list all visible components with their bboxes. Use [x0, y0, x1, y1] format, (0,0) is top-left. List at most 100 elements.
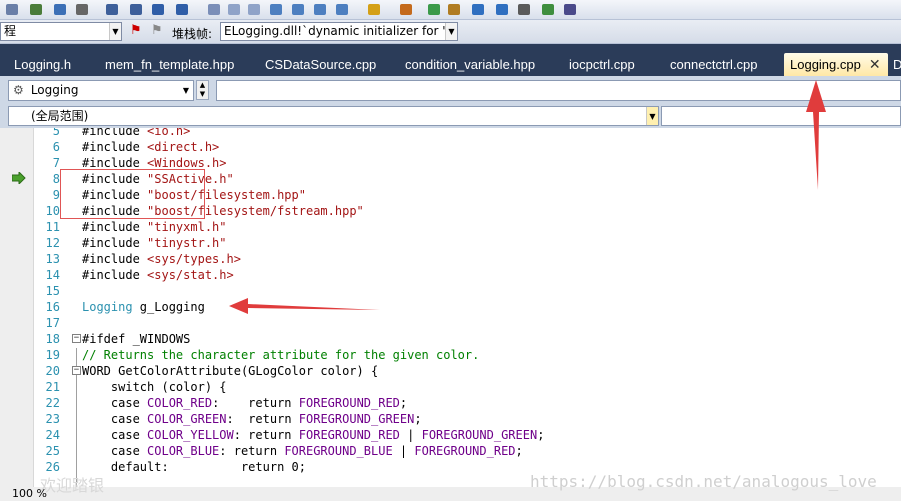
annotation-box	[60, 169, 205, 219]
code-line[interactable]: 11 #include "tinyxml.h"	[0, 219, 901, 235]
code-line[interactable]: 15	[0, 283, 901, 299]
watermark-url: https://blog.csdn.net/analogous_love	[530, 472, 877, 491]
code-line[interactable]: 16 Logging g_Logging	[0, 299, 901, 315]
class-combo-value: Logging	[30, 83, 79, 97]
code-token: #include	[82, 156, 148, 170]
scope-combo[interactable]: (全局范围) ▼	[8, 106, 659, 126]
chevron-down-icon: ▼	[182, 86, 189, 95]
tab-condition-variable-hpp[interactable]: condition_variable.hpp	[405, 53, 535, 76]
flag-icon[interactable]: ⚑	[130, 23, 146, 39]
sort-icon[interactable]	[174, 2, 190, 17]
code-line[interactable]: 23 case COLOR_GREEN: return FOREGROUND_G…	[0, 411, 901, 427]
move-icon[interactable]	[470, 2, 486, 17]
bold-icon[interactable]	[52, 2, 68, 17]
tab-mem-fn-template-hpp[interactable]: mem_fn_template.hpp	[105, 53, 234, 76]
code-line[interactable]: 13 #include <sys/types.h>	[0, 251, 901, 267]
code-line[interactable]: 24 case COLOR_YELLOW: return FOREGROUND_…	[0, 427, 901, 443]
tab-logging-cpp[interactable]: Logging.cpp ✕	[784, 53, 888, 76]
navigation-bar: ⚙ Logging ▼ ▲ ▼	[0, 76, 901, 104]
bookmark-next-icon[interactable]	[312, 2, 328, 17]
code-line[interactable]: 19 // Returns the character attribute for…	[0, 347, 901, 363]
comment-icon[interactable]	[226, 2, 242, 17]
tab-csdatasource-cpp[interactable]: CSDataSource.cpp	[265, 53, 376, 76]
class-combo[interactable]: ⚙ Logging ▼	[8, 80, 194, 101]
code-line[interactable]: 22 case COLOR_RED: return FOREGROUND_RED…	[0, 395, 901, 411]
tools-icon-glyph	[400, 4, 412, 15]
format-icon-glyph	[30, 4, 42, 15]
tab-label: condition_variable.hpp	[405, 57, 536, 72]
line-number: 5	[52, 128, 60, 138]
code-token: |	[392, 444, 415, 458]
code-text: case COLOR_BLUE: return FOREGROUND_BLUE …	[82, 443, 523, 459]
collapse-icon[interactable]: −	[72, 366, 81, 375]
palette-icon[interactable]	[426, 2, 442, 17]
code-text: #ifdef _WINDOWS	[82, 331, 190, 347]
line-number: 21	[45, 380, 60, 394]
code-token: <direct.h>	[147, 140, 220, 154]
close-icon[interactable]: ✕	[869, 53, 881, 76]
code-text: #include <sys/stat.h>	[82, 267, 234, 283]
code-line[interactable]: 6 #include <direct.h>	[0, 139, 901, 155]
process-combo[interactable]: 程 ▼	[0, 22, 122, 41]
line-number: 22	[45, 396, 60, 410]
tab-label: CSDataSource.cpp	[265, 57, 377, 72]
stack-frame-combo[interactable]: ELogging.dll!`dynamic initializer for 'g…	[220, 22, 458, 41]
line-number: 24	[45, 428, 60, 442]
code-line[interactable]: 18 − #ifdef _WINDOWS	[0, 331, 901, 347]
uncomment-icon[interactable]	[246, 2, 262, 17]
code-line[interactable]: 20 − WORD GetColorAttribute(GLogColor colo…	[0, 363, 901, 379]
tab-iocpctrl-cpp[interactable]: iocpctrl.cpp	[569, 53, 635, 76]
code-token: #ifdef _WINDOWS	[82, 332, 191, 346]
tab-connectctrl-cpp[interactable]: connectctrl.cpp	[670, 53, 757, 76]
current-statement-arrow-icon	[12, 172, 26, 184]
find-icon[interactable]	[366, 2, 382, 17]
line-number: 23	[45, 412, 60, 426]
code-token: FOREGROUND_GREEN	[298, 412, 415, 426]
code-line[interactable]: 5 #include <io.h>	[0, 128, 901, 139]
code-line[interactable]: 25 case COLOR_BLUE: return FOREGROUND_BL…	[0, 443, 901, 459]
format-icon[interactable]	[28, 2, 44, 17]
tab-d[interactable]: D	[893, 53, 901, 76]
line-number: 19	[45, 348, 60, 362]
stack-frame-label: 堆栈帧:	[172, 27, 213, 41]
line-number: 18	[45, 332, 60, 346]
code-line[interactable]: 17	[0, 315, 901, 331]
code-line[interactable]: 14 #include <sys/stat.h>	[0, 267, 901, 283]
step-icon[interactable]	[516, 2, 532, 17]
tab-label: iocpctrl.cpp	[569, 57, 635, 72]
check-icon-glyph	[542, 4, 554, 15]
layout-icon[interactable]	[562, 2, 578, 17]
search-icon[interactable]	[446, 2, 462, 17]
list-icon[interactable]	[74, 2, 90, 17]
check-icon[interactable]	[540, 2, 556, 17]
bookmark-clear-icon[interactable]	[334, 2, 350, 17]
member-scope-combo[interactable]	[661, 106, 901, 126]
tools-icon[interactable]	[398, 2, 414, 17]
code-token: default: return 0;	[82, 460, 306, 474]
move-next-icon[interactable]	[494, 2, 510, 17]
bookmark-prev-icon[interactable]	[290, 2, 306, 17]
code-line[interactable]: 12 #include "tinystr.h"	[0, 235, 901, 251]
indent-more-icon-glyph	[130, 4, 142, 15]
box-icon[interactable]	[206, 2, 222, 17]
code-token: g_Logging	[132, 300, 205, 314]
outdent-icon-glyph	[106, 4, 118, 15]
code-line[interactable]: 21 switch (color) {	[0, 379, 901, 395]
code-text: #include <direct.h>	[82, 139, 219, 155]
outdent-icon[interactable]	[104, 2, 120, 17]
thread-flag-icon[interactable]: ⚑	[151, 23, 167, 39]
code-token: ;	[515, 444, 523, 458]
code-token: #include	[82, 268, 148, 282]
indent-icon[interactable]	[4, 2, 20, 17]
stack-frame-value: ELogging.dll!`dynamic initializer for 'g…	[224, 24, 458, 38]
tab-logging-h[interactable]: Logging.h	[14, 53, 71, 76]
member-combo[interactable]	[216, 80, 901, 101]
split-spinner[interactable]: ▲ ▼	[196, 80, 209, 100]
code-text: #include "tinystr.h"	[82, 235, 227, 251]
align-icon[interactable]	[150, 2, 166, 17]
collapse-icon[interactable]: −	[72, 334, 81, 343]
code-token: case	[82, 444, 148, 458]
tab-label: Logging.cpp	[790, 57, 861, 72]
bookmark-icon[interactable]	[268, 2, 284, 17]
indent-more-icon[interactable]	[128, 2, 144, 17]
